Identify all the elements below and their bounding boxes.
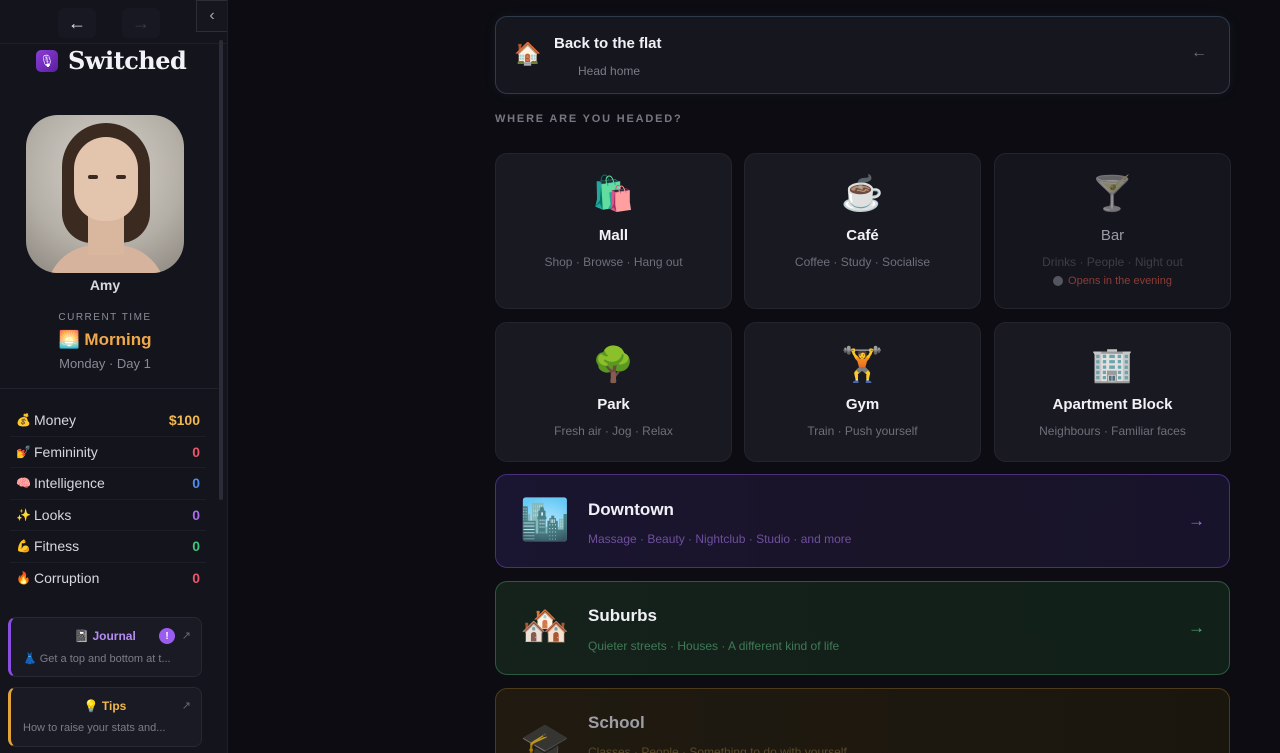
location-title: Gym — [845, 396, 880, 413]
location-title: Apartment Block — [1052, 396, 1173, 413]
stat-value: 0 — [192, 570, 200, 587]
location-park[interactable]: 🌳 Park Fresh air · Jog · Relax — [495, 322, 732, 462]
stat-value: $100 — [168, 412, 200, 429]
area-title: School — [588, 713, 645, 732]
sparkles-icon: ✨ — [16, 507, 31, 522]
tips-card[interactable]: 💡 Tips ↗ How to raise your stats and... — [8, 687, 202, 747]
money-bag-icon: 💰 — [16, 413, 31, 428]
location-gym[interactable]: 🏋️ Gym Train · Push yourself — [744, 322, 981, 462]
stat-value: 0 — [192, 538, 200, 555]
coffee-cup-icon: ☕ — [841, 175, 884, 213]
area-subtitle: Quieter streets · Houses · A different k… — [588, 639, 840, 653]
location-apartment-block[interactable]: 🏢 Apartment Block Neighbours · Familiar … — [994, 322, 1231, 462]
journal-alert-badge: ! — [159, 628, 175, 644]
location-subtitle: Coffee · Study · Socialise — [794, 255, 931, 269]
shopping-bags-icon: 🛍️ — [592, 175, 635, 213]
area-suburbs[interactable]: 🏘️ Suburbs Quieter streets · Houses · A … — [495, 581, 1230, 675]
lock-note-text: Opens in the evening — [1068, 275, 1172, 287]
brain-icon: 🧠 — [16, 476, 31, 491]
back-to-flat-button[interactable]: 🏠 Back to the flat Head home ← — [495, 16, 1230, 94]
stat-looks: ✨ Looks 0 — [10, 500, 206, 531]
cityscape-icon: 🏙️ — [520, 498, 570, 542]
tips-title: 💡 Tips — [83, 699, 127, 713]
external-link-icon: ↗ — [181, 700, 191, 712]
nail-polish-icon: 💅 — [16, 444, 31, 459]
stat-corruption: 🔥 Corruption 0 — [10, 563, 206, 595]
time-value: 🌅 Morning — [58, 330, 152, 349]
flexed-bicep-icon: 💪 — [16, 539, 31, 554]
stat-label: Intelligence — [34, 475, 105, 492]
brand-title: Switched — [68, 46, 187, 75]
back-subtitle: Head home — [578, 64, 641, 78]
stat-label: Femininity — [34, 443, 98, 460]
location-subtitle: Fresh air · Jog · Relax — [554, 424, 673, 438]
location-cafe[interactable]: ☕ Café Coffee · Study · Socialise — [744, 153, 981, 309]
collapse-sidebar-button[interactable]: ‹ — [196, 0, 227, 32]
journal-card[interactable]: 📓 Journal ! ↗ 👗 Get a top and bottom at … — [8, 617, 202, 677]
tips-subtitle: How to raise your stats and... — [23, 722, 166, 734]
stat-femininity: 💅 Femininity 0 — [10, 437, 206, 468]
divider — [0, 388, 218, 389]
houses-icon: 🏘️ — [520, 604, 570, 648]
location-title: Park — [597, 396, 630, 413]
stat-label: Looks — [34, 506, 72, 523]
time-label: CURRENT TIME — [58, 312, 152, 323]
character-name: Amy — [89, 277, 121, 293]
back-title: Back to the flat — [554, 35, 662, 52]
section-label: WHERE ARE YOU HEADED? — [495, 113, 683, 125]
sidebar: ← → ‹ 🎙 Switched Amy CURRENT TIME 🌅 Morn… — [0, 0, 228, 753]
stat-label: Money — [34, 412, 77, 429]
arrow-right-icon: → — [132, 12, 150, 33]
area-subtitle: Classes · People · Something to do with … — [588, 745, 847, 753]
area-downtown[interactable]: 🏙️ Downtown Massage · Beauty · Nightclub… — [495, 474, 1230, 568]
arrow-right-icon: → — [1188, 618, 1205, 637]
location-subtitle: Shop · Browse · Hang out — [544, 255, 683, 269]
arrow-right-icon: → — [1188, 511, 1205, 530]
tree-icon: 🌳 — [592, 346, 635, 384]
location-bar: 🍸 Bar Drinks · People · Night out Opens … — [994, 153, 1231, 309]
graduation-cap-icon: 🎓 — [520, 722, 570, 753]
area-title: Downtown — [588, 500, 674, 519]
area-subtitle: Massage · Beauty · Nightclub · Studio · … — [588, 532, 852, 546]
stat-value: 0 — [192, 443, 200, 460]
weightlifter-icon: 🏋️ — [841, 346, 884, 384]
stat-value: 0 — [192, 506, 200, 523]
cocktail-glass-icon: 🍸 — [1091, 175, 1134, 213]
location-title: Café — [846, 227, 879, 244]
forward-button[interactable]: → — [122, 8, 160, 38]
location-subtitle: Train · Push yourself — [807, 424, 918, 438]
location-subtitle: Neighbours · Familiar faces — [1039, 424, 1186, 438]
area-school[interactable]: 🎓 School Classes · People · Something to… — [495, 688, 1230, 753]
stat-fitness: 💪 Fitness 0 — [10, 531, 206, 563]
location-subtitle: Drinks · People · Night out — [1042, 255, 1183, 269]
location-mall[interactable]: 🛍️ Mall Shop · Browse · Hang out — [495, 153, 732, 309]
office-building-icon: 🏢 — [1091, 346, 1134, 384]
avatar — [26, 115, 184, 273]
chevron-left-icon: ‹ — [209, 7, 215, 24]
stats-list: 💰 Money $100 💅 Femininity 0 🧠 Intelligence 0 ✨… — [10, 405, 206, 594]
microphone-icon: 🎙 — [36, 49, 58, 72]
fire-icon: 🔥 — [16, 571, 31, 586]
main-area: 🏠 Back to the flat Head home ← WHERE ARE… — [229, 0, 1280, 753]
lock-note: Opens in the evening — [995, 275, 1230, 287]
area-title: Suburbs — [588, 606, 657, 625]
stat-value: 0 — [192, 475, 200, 492]
stat-money: 💰 Money $100 — [10, 405, 206, 437]
stat-intelligence: 🧠 Intelligence 0 — [10, 468, 206, 500]
house-icon: 🏠 — [514, 41, 542, 66]
arrow-left-icon: ← — [68, 12, 86, 33]
sidebar-nav: ← → ‹ — [0, 0, 227, 44]
journal-subtitle: 👗 Get a top and bottom at t... — [23, 653, 171, 665]
time-sub: Monday · Day 1 — [59, 356, 151, 371]
external-link-icon: ↗ — [181, 630, 191, 642]
location-title: Bar — [1100, 227, 1125, 244]
brand: 🎙 Switched — [36, 46, 187, 75]
stat-label: Corruption — [34, 570, 100, 587]
location-title: Mall — [598, 227, 629, 244]
stat-label: Fitness — [34, 538, 80, 555]
back-button[interactable]: ← — [58, 8, 96, 38]
status-dot-icon — [1053, 276, 1064, 286]
sidebar-scrollbar[interactable] — [219, 40, 223, 500]
arrow-left-icon: ← — [1191, 44, 1207, 61]
